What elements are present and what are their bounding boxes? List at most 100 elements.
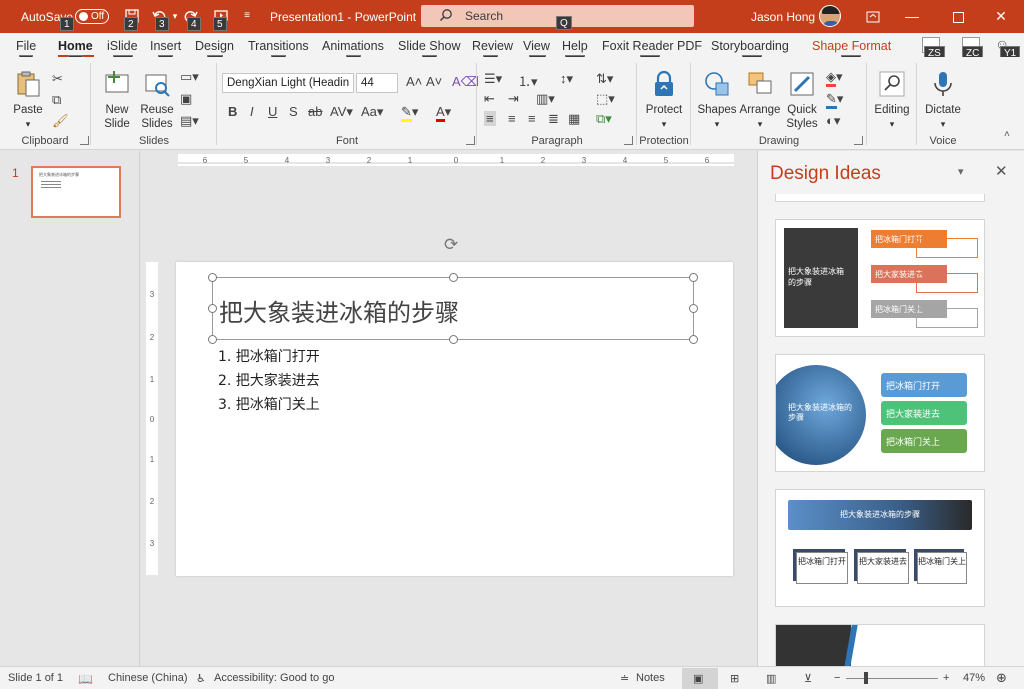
- increase-indent-icon[interactable]: ⇥: [508, 91, 519, 107]
- tab-view[interactable]: View: [523, 39, 550, 53]
- highlight-color-icon[interactable]: ✎▾: [401, 104, 418, 122]
- font-size-combobox[interactable]: 44: [356, 73, 398, 93]
- align-center-icon[interactable]: ≡: [508, 111, 516, 126]
- line-spacing-icon[interactable]: ↕▾: [560, 71, 573, 87]
- slide-show-icon[interactable]: ⊻: [804, 672, 812, 685]
- zoom-in-icon[interactable]: +: [943, 672, 949, 684]
- character-spacing-icon[interactable]: AV▾: [330, 104, 353, 120]
- accessibility-icon[interactable]: ♿: [196, 672, 206, 685]
- tab-slide-show[interactable]: Slide Show: [398, 39, 461, 53]
- decrease-indent-icon[interactable]: ⇤: [484, 91, 495, 107]
- design-idea-card-partial[interactable]: [775, 624, 985, 666]
- customize-qat-icon[interactable]: ≡: [240, 9, 254, 23]
- tab-review[interactable]: Review: [472, 39, 513, 53]
- arrange-button[interactable]: Arrange ▾: [738, 69, 782, 131]
- slide-sorter-icon[interactable]: ⊞: [730, 672, 739, 685]
- tab-animations[interactable]: Animations: [322, 39, 384, 53]
- tab-storyboarding[interactable]: Storyboarding: [711, 39, 789, 53]
- bold-icon[interactable]: B: [228, 104, 237, 119]
- dictate-button[interactable]: Dictate ▾: [920, 69, 966, 131]
- language-indicator[interactable]: Chinese (China): [108, 672, 187, 684]
- notes-button[interactable]: Notes: [636, 672, 665, 684]
- resize-handle[interactable]: [208, 335, 217, 344]
- numbering-icon[interactable]: ⒈▾: [518, 71, 538, 90]
- notes-icon[interactable]: ≐: [620, 672, 629, 685]
- format-painter-icon[interactable]: 🖌: [52, 113, 69, 129]
- clear-formatting-icon[interactable]: A⌫: [452, 74, 479, 90]
- section-icon[interactable]: ▤▾: [180, 113, 199, 129]
- tab-insert[interactable]: Insert: [150, 39, 181, 53]
- autosave-toggle[interactable]: Off: [75, 9, 109, 24]
- design-idea-card[interactable]: 把大象装进冰箱的步骤 把冰箱门打开 把大家装进去 把冰箱门关上: [775, 354, 985, 472]
- shapes-button[interactable]: Shapes ▾: [696, 69, 738, 131]
- avatar[interactable]: [819, 5, 841, 27]
- close-pane-icon[interactable]: ✕: [995, 162, 1008, 180]
- design-idea-card[interactable]: 把大象装进冰箱的步骤 把冰箱门打开 把大家装进去 把冰箱门关上: [775, 219, 985, 337]
- tab-transitions[interactable]: Transitions: [248, 39, 309, 53]
- justify-icon[interactable]: ≣: [548, 111, 559, 127]
- copy-icon[interactable]: ⧉: [52, 92, 61, 108]
- zoom-level[interactable]: 47%: [963, 672, 985, 684]
- minimize-icon[interactable]: —: [889, 0, 935, 33]
- layout-icon[interactable]: ▭▾: [180, 69, 199, 85]
- resize-handle[interactable]: [449, 335, 458, 344]
- paragraph-launcher-icon[interactable]: [624, 136, 633, 145]
- paste-button[interactable]: Paste ▾: [10, 69, 46, 131]
- tab-file[interactable]: File: [16, 39, 36, 53]
- reuse-slides-button[interactable]: Reuse Slides: [138, 69, 176, 131]
- design-idea-card-partial[interactable]: [775, 194, 985, 202]
- bullets-icon[interactable]: ☰▾: [484, 71, 502, 87]
- resize-handle[interactable]: [689, 273, 698, 282]
- user-name[interactable]: Jason Hong: [751, 10, 815, 24]
- font-launcher-icon[interactable]: [466, 136, 475, 145]
- align-right-icon[interactable]: ≡: [528, 111, 536, 126]
- slide-thumbnail[interactable]: 把大象装进冰箱的步骤: [31, 166, 121, 218]
- pane-options-icon[interactable]: ▾: [958, 165, 964, 178]
- normal-view-icon[interactable]: ▣: [693, 672, 703, 685]
- quick-styles-button[interactable]: Quick Styles: [782, 69, 822, 131]
- editing-button[interactable]: Editing ▾: [870, 69, 914, 131]
- shape-effects-icon[interactable]: ◐▾: [826, 113, 840, 129]
- zoom-slider-thumb[interactable]: [864, 672, 868, 684]
- change-case-icon[interactable]: Aa▾: [361, 104, 383, 120]
- tab-islide[interactable]: iSlide: [107, 39, 138, 53]
- new-slide-button[interactable]: New Slide: [98, 69, 136, 131]
- strikethrough-icon[interactable]: ab: [308, 104, 322, 119]
- underline-icon[interactable]: U: [268, 104, 277, 119]
- tab-design[interactable]: Design: [195, 39, 234, 53]
- align-left-icon[interactable]: ≡: [484, 111, 496, 126]
- bullet-item[interactable]: 1. 把冰箱门打开: [218, 346, 320, 366]
- resize-handle[interactable]: [449, 273, 458, 282]
- fit-to-window-icon[interactable]: ⊕: [996, 670, 1007, 686]
- reading-view-icon[interactable]: ▥: [766, 672, 776, 685]
- bullet-item[interactable]: 3. 把冰箱门关上: [218, 394, 320, 414]
- undo-dropdown-icon[interactable]: ▾: [168, 9, 182, 23]
- decrease-font-icon[interactable]: A˅: [426, 74, 442, 89]
- shape-fill-icon[interactable]: ◈▾: [826, 69, 843, 87]
- shape-outline-icon[interactable]: ✎▾: [826, 91, 843, 109]
- shadow-icon[interactable]: S: [289, 104, 298, 119]
- collapse-ribbon-icon[interactable]: ˄: [1004, 129, 1010, 140]
- reset-icon[interactable]: ▣: [180, 91, 192, 107]
- close-window-icon[interactable]: ✕: [978, 0, 1024, 33]
- text-direction-icon[interactable]: ⇅▾: [596, 71, 613, 87]
- rotate-handle-icon[interactable]: ⟳: [444, 235, 458, 255]
- resize-handle[interactable]: [208, 304, 217, 313]
- cut-icon[interactable]: ✂: [52, 71, 63, 87]
- zoom-slider[interactable]: [846, 678, 938, 679]
- increase-font-icon[interactable]: A˄: [406, 74, 422, 89]
- design-idea-card[interactable]: 把大象装进冰箱的步骤 把冰箱门打开 把大家装进去 把冰箱门关上: [775, 489, 985, 607]
- distributed-icon[interactable]: ▦: [568, 111, 580, 127]
- maximize-icon[interactable]: [935, 0, 981, 33]
- zoom-out-icon[interactable]: −: [834, 672, 840, 684]
- bullet-item[interactable]: 2. 把大家装进去: [218, 370, 320, 390]
- resize-handle[interactable]: [208, 273, 217, 282]
- italic-icon[interactable]: I: [250, 104, 254, 119]
- tab-home[interactable]: Home: [58, 39, 93, 53]
- slide-title[interactable]: 把大象装进冰箱的步骤: [219, 293, 459, 328]
- tab-help[interactable]: Help: [562, 39, 588, 53]
- resize-handle[interactable]: [689, 304, 698, 313]
- font-name-combobox[interactable]: DengXian Light (Headin: [222, 73, 354, 93]
- font-color-icon[interactable]: A▾: [436, 104, 451, 122]
- accessibility-status[interactable]: Accessibility: Good to go: [214, 672, 334, 684]
